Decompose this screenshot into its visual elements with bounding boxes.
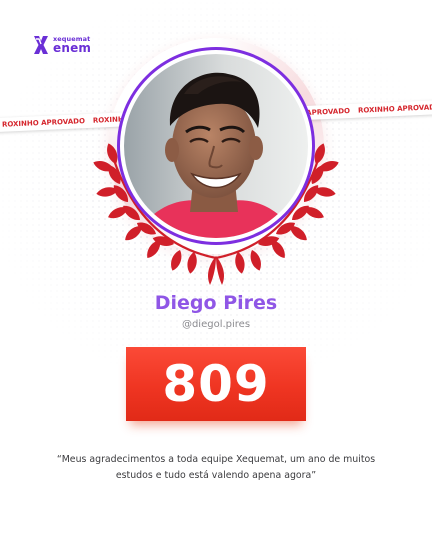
- testimonial-quote: “Meus agradecimentos a toda equipe Xeque…: [56, 454, 376, 481]
- score-value: 809: [162, 355, 270, 413]
- brand-logo: xequemat enem: [33, 34, 91, 56]
- student-name: Diego Pires: [154, 292, 278, 314]
- xequemat-logo-icon: [34, 36, 48, 54]
- student-portrait-photo: [124, 54, 308, 238]
- student-handle: @diegol.pires: [181, 319, 251, 330]
- logo-bottom-text: enem: [53, 40, 92, 55]
- ribbon-text: ROXINHO APROVADO: [305, 107, 351, 119]
- ribbon-text: ROXINHO APROVADO: [357, 103, 432, 115]
- ribbon-text: ROXINHO APROVADO: [1, 117, 86, 129]
